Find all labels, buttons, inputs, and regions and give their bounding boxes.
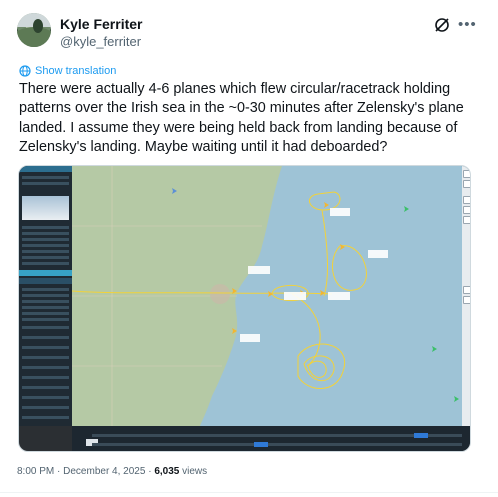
layers-button[interactable] <box>463 196 470 204</box>
globe-icon <box>19 65 31 77</box>
replay-timeline[interactable] <box>72 426 470 451</box>
fullscreen-button[interactable] <box>463 286 470 294</box>
tweet-text: There were actually 4-6 planes which fle… <box>19 81 464 156</box>
grok-icon[interactable] <box>434 17 450 33</box>
author-handle[interactable]: @kyle_ferriter <box>60 34 141 49</box>
views-label: views <box>182 466 208 477</box>
map-graphic <box>72 166 459 426</box>
tweet-time[interactable]: 8:00 PM <box>17 466 54 477</box>
views-count: 6,035 <box>154 466 180 477</box>
show-translation-link[interactable]: Show translation <box>19 65 116 77</box>
tweet-media-image[interactable] <box>18 165 471 452</box>
more-icon[interactable]: ••• <box>458 16 477 33</box>
filter-button[interactable] <box>463 216 470 224</box>
tweet-date[interactable]: December 4, 2025 <box>63 466 145 477</box>
avatar[interactable] <box>17 13 51 47</box>
map-option-button[interactable] <box>463 296 470 304</box>
tweet-meta: 8:00 PM · December 4, 2025 · 6,035 views <box>17 466 208 477</box>
author-name[interactable]: Kyle Ferriter <box>60 16 142 32</box>
settings-button[interactable] <box>463 206 470 214</box>
show-translation-label: Show translation <box>35 65 117 77</box>
zoom-out-button[interactable] <box>463 180 470 188</box>
zoom-in-button[interactable] <box>463 170 470 178</box>
map-toolbar <box>462 166 470 426</box>
divider <box>0 492 498 493</box>
flight-info-panel <box>19 166 72 426</box>
flight-map[interactable] <box>72 166 470 426</box>
